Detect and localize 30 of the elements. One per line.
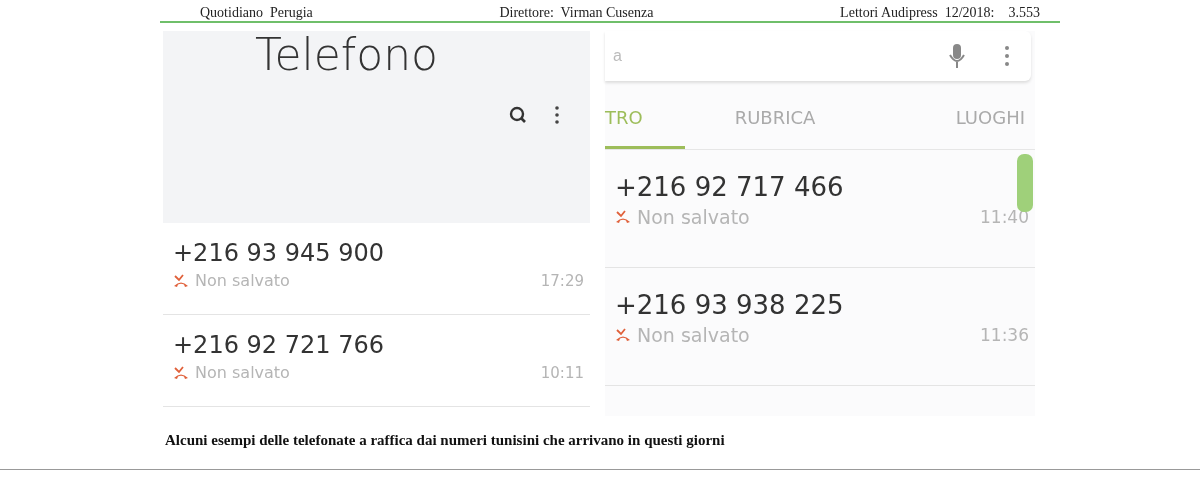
missed-call-icon — [615, 328, 631, 342]
call-status: Non salvato — [637, 324, 750, 346]
call-time: 11:40 — [980, 207, 1030, 227]
call-time: 10:11 — [540, 363, 585, 382]
screen-title: Telefono — [255, 29, 439, 80]
search-icon[interactable] — [509, 106, 527, 124]
search-bar[interactable]: a — [605, 31, 1031, 81]
phone-number: +216 93 938 225 — [615, 290, 844, 320]
masthead-text: Direttore: Virman Cusenza — [499, 5, 654, 21]
missed-call-icon — [615, 210, 631, 224]
call-status: Non salvato — [195, 363, 290, 382]
phone-number: +216 92 721 766 — [173, 331, 384, 359]
phone-number: +216 93 945 900 — [173, 239, 384, 267]
call-status: Non salvato — [637, 206, 750, 228]
missed-call-icon — [173, 273, 189, 288]
caption: Alcuni esempi delle telefonate a raffica dai numeri tunisini che arrivano in questi giorni — [165, 432, 726, 449]
search-field[interactable]: a — [611, 46, 949, 66]
masthead-text: Lettori Audipress 12/2018: 3.553 — [840, 5, 1040, 21]
call-time: 17:29 — [540, 271, 585, 290]
missed-call-icon — [173, 365, 189, 380]
masthead-text: Quotidiano Perugia — [200, 5, 313, 21]
scroll-handle[interactable] — [1017, 154, 1033, 212]
microphone-icon[interactable] — [949, 43, 965, 69]
phone-number: +216 92 717 466 — [615, 172, 844, 202]
more-icon[interactable] — [555, 106, 559, 124]
call-status: Non salvato — [195, 271, 290, 290]
tab[interactable]: LUOGHI — [865, 107, 1035, 149]
tab[interactable]: TRO — [605, 107, 685, 149]
call-time: 11:36 — [980, 325, 1030, 345]
tab[interactable]: RUBRICA — [685, 107, 865, 149]
